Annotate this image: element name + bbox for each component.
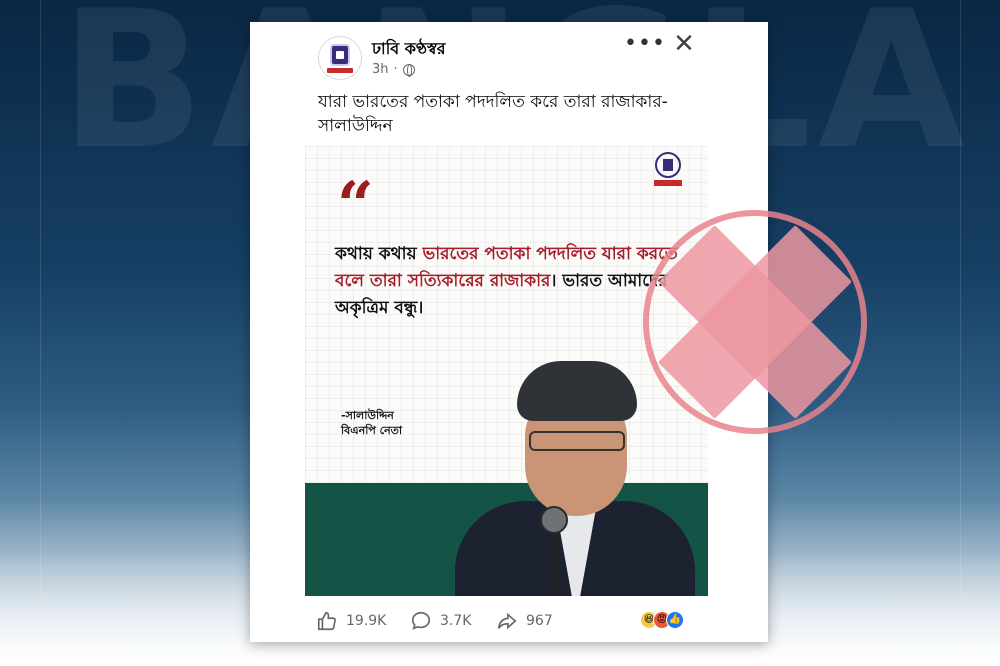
page-logo-icon	[330, 43, 350, 66]
share-button[interactable]: 967	[496, 610, 553, 632]
quote-text: কথায় কথায় ভারতের পতাকা পদদলিত যারা করত…	[335, 241, 685, 322]
microphone-icon	[540, 506, 568, 534]
quote-mark: “	[337, 168, 374, 243]
cross-icon	[643, 210, 867, 434]
like-reaction-icon: 👍	[666, 611, 684, 629]
microphone-stand	[551, 532, 557, 596]
post-image[interactable]: “ কথায় কথায় ভারতের পতাকা পদদলিত যারা ক…	[305, 146, 708, 596]
comment-icon	[411, 611, 431, 630]
close-icon[interactable]: ✕	[670, 30, 698, 58]
image-logo-icon	[653, 152, 683, 190]
comment-count: 3.7K	[440, 613, 472, 629]
reaction-emojis[interactable]: 😆 😡 👍	[640, 611, 684, 629]
attribution-name: -সালাউদ্দিন	[341, 409, 394, 422]
globe-icon	[402, 63, 415, 77]
attribution-title: বিএনপি নেতা	[341, 424, 403, 437]
comment-button[interactable]: 3.7K	[410, 610, 471, 632]
post-time[interactable]: 3h	[372, 62, 389, 77]
like-button[interactable]: 19.9K	[316, 610, 386, 632]
more-options-icon[interactable]: •••	[624, 33, 665, 58]
share-icon	[497, 612, 517, 630]
page-avatar[interactable]	[318, 36, 362, 80]
speaker-photo	[455, 361, 695, 596]
quote-part: কথায় কথায়	[335, 244, 423, 264]
quote-attribution: -সালাউদ্দিন বিএনপি নেতা	[341, 408, 402, 438]
share-count: 967	[526, 613, 553, 629]
like-count: 19.9K	[346, 613, 387, 629]
page-logo-banner	[327, 67, 353, 73]
post-meta: 3h ·	[372, 62, 415, 77]
post-caption: যারা ভারতের পতাকা পদদলিত করে তারা রাজাকা…	[318, 92, 668, 136]
like-icon	[317, 611, 336, 631]
meta-separator: ·	[393, 62, 398, 77]
reaction-bar: 19.9K 3.7K 967 😆 😡 👍	[250, 606, 768, 638]
page-name[interactable]: ঢাবি কণ্ঠস্বর	[372, 36, 446, 63]
post-header: ঢাবি কণ্ঠস্বর 3h · ••• ✕	[250, 22, 768, 92]
